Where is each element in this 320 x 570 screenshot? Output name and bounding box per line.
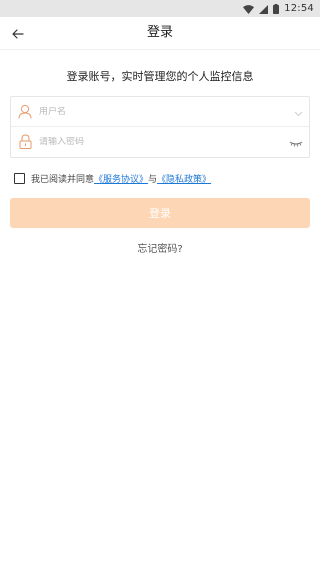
password-visibility-toggle[interactable]	[289, 127, 303, 156]
forgot-password-link[interactable]: 忘记密码?	[0, 240, 320, 255]
agreement-joiner: 与	[148, 174, 158, 185]
service-agreement-link[interactable]: 《服务协议》	[94, 172, 148, 185]
signal-icon	[259, 0, 269, 18]
page-title: 登录	[146, 25, 173, 40]
status-time: 12:54	[284, 3, 314, 14]
username-dropdown-button[interactable]	[294, 97, 303, 126]
user-icon	[13, 97, 37, 126]
agreement-row: 我已阅读并同意 《服务协议》 与 《隐私政策》	[14, 171, 211, 185]
password-row	[11, 126, 309, 156]
privacy-policy-link[interactable]: 《隐私政策》	[157, 172, 211, 185]
agreement-prefix: 我已阅读并同意	[31, 174, 95, 185]
chevron-down-icon	[294, 102, 303, 121]
password-input[interactable]	[37, 136, 269, 147]
wifi-icon	[243, 0, 255, 18]
agreement-checkbox[interactable]	[14, 172, 25, 184]
username-row	[11, 97, 309, 126]
nav-bar: 登录	[0, 17, 320, 50]
battery-icon	[273, 0, 280, 18]
username-input[interactable]	[37, 106, 269, 117]
status-icons: 12:54	[243, 0, 314, 17]
login-form	[10, 96, 310, 158]
login-button[interactable]: 登录	[10, 198, 310, 228]
lock-icon	[13, 127, 37, 156]
eye-closed-icon	[289, 132, 303, 151]
login-subtitle: 登录账号，实时管理您的个人监控信息	[66, 70, 254, 83]
status-bar: 12:54	[0, 0, 320, 17]
